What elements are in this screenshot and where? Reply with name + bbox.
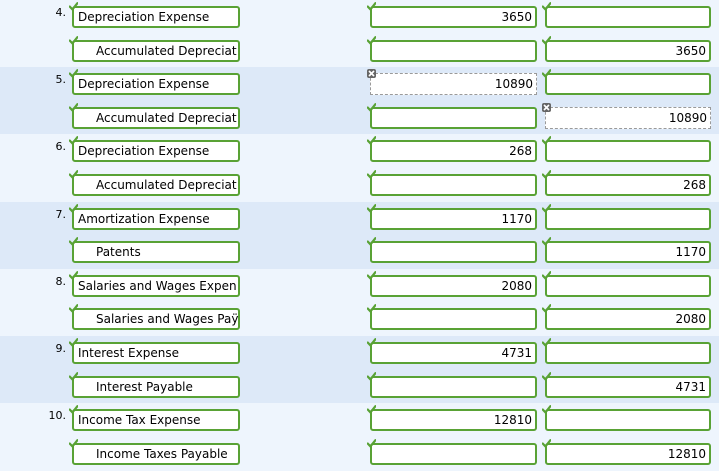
credit-amount-field[interactable] (545, 409, 711, 432)
debit-amount-field[interactable] (370, 39, 537, 62)
credit-amount-field[interactable]: 3650 (545, 39, 711, 62)
debit-account-field[interactable]: Amortization Expense (72, 207, 240, 230)
correct-check-icon (542, 405, 551, 414)
correct-check-icon (69, 304, 78, 313)
correct-check-icon (69, 35, 78, 45)
debit-amount-field[interactable] (370, 375, 537, 398)
credit-amount-field[interactable] (545, 207, 711, 230)
correct-check-icon (542, 270, 551, 280)
correct-check-icon (367, 371, 376, 381)
correct-check-icon (69, 371, 78, 381)
correct-check-icon (367, 35, 376, 45)
debit-amount-field[interactable]: 1170 (370, 207, 537, 230)
correct-check-icon (542, 35, 551, 45)
debit-account-field[interactable]: Depreciation Expense (72, 6, 240, 28)
correct-check-icon (69, 2, 78, 11)
debit-amount-field[interactable]: 268 (370, 140, 537, 163)
correct-check-icon (367, 102, 376, 112)
credit-account-field[interactable]: Income Taxes Payable (72, 442, 240, 465)
correct-check-icon (542, 237, 551, 246)
journal-entries-grid: 4. Depreciation Expense 3650 Accumulated De… (0, 0, 719, 471)
correct-check-icon (542, 203, 551, 213)
correct-check-icon (69, 270, 78, 280)
correct-check-icon (367, 203, 376, 213)
correct-check-icon (367, 169, 376, 179)
correct-check-icon (367, 136, 376, 145)
credit-account-field[interactable]: Accumulated Depreciat (72, 106, 240, 129)
credit-account-field[interactable]: Interest Payable (72, 375, 240, 398)
credit-account-field[interactable]: Patents (72, 241, 240, 264)
debit-amount-field[interactable]: 10890 (370, 73, 537, 96)
entry-number: 9. (55, 342, 67, 355)
credit-amount-field[interactable]: 1170 (545, 241, 711, 264)
entry-number: 10. (48, 409, 67, 423)
credit-amount-field[interactable] (545, 6, 711, 28)
incorrect-mark-icon (367, 69, 376, 79)
correct-check-icon (69, 203, 78, 213)
debit-amount-field[interactable] (370, 442, 537, 465)
correct-check-icon (367, 338, 376, 347)
credit-amount-field[interactable] (545, 342, 711, 364)
credit-account-field[interactable]: Salaries and Wages Paÿ (72, 308, 240, 331)
credit-amount-field[interactable]: 2080 (545, 308, 711, 331)
correct-check-icon (367, 237, 376, 246)
correct-check-icon (367, 405, 376, 414)
credit-amount-field[interactable] (545, 140, 711, 163)
correct-check-icon (367, 270, 376, 280)
credit-account-field[interactable]: Accumulated Depreciat (72, 39, 240, 62)
debit-amount-field[interactable]: 3650 (370, 6, 537, 28)
debit-account-field[interactable]: Interest Expense (72, 342, 240, 364)
correct-check-icon (69, 102, 78, 112)
credit-amount-field[interactable]: 268 (545, 173, 711, 196)
credit-amount-field[interactable]: 10890 (545, 106, 711, 129)
debit-amount-field[interactable] (370, 106, 537, 129)
debit-account-field[interactable]: Depreciation Expense (72, 73, 240, 96)
entry-number: 5. (55, 73, 67, 87)
correct-check-icon (542, 169, 551, 179)
correct-check-icon (367, 438, 376, 448)
correct-check-icon (69, 136, 78, 145)
debit-amount-field[interactable]: 12810 (370, 409, 537, 432)
correct-check-icon (542, 338, 551, 347)
debit-account-field[interactable]: Depreciation Expense (72, 140, 240, 163)
entry-number: 4. (55, 6, 67, 19)
correct-check-icon (69, 169, 78, 179)
debit-amount-field[interactable]: 4731 (370, 342, 537, 364)
correct-check-icon (69, 438, 78, 448)
correct-check-icon (69, 405, 78, 414)
correct-check-icon (69, 69, 78, 78)
credit-amount-field[interactable]: 12810 (545, 442, 711, 465)
correct-check-icon (69, 237, 78, 246)
credit-amount-field[interactable]: 4731 (545, 375, 711, 398)
credit-account-field[interactable]: Accumulated Depreciat (72, 173, 240, 196)
entry-number: 6. (55, 140, 67, 154)
debit-account-field[interactable]: Income Tax Expense (72, 409, 240, 432)
correct-check-icon (542, 438, 551, 448)
correct-check-icon (542, 69, 551, 78)
correct-check-icon (542, 371, 551, 381)
debit-amount-field[interactable] (370, 173, 537, 196)
debit-amount-field[interactable] (370, 241, 537, 264)
correct-check-icon (542, 304, 551, 313)
credit-amount-field[interactable] (545, 73, 711, 96)
entry-number: 7. (55, 207, 67, 221)
correct-check-icon (367, 304, 376, 313)
incorrect-mark-icon (542, 102, 551, 112)
debit-amount-field[interactable]: 2080 (370, 274, 537, 297)
credit-amount-field[interactable] (545, 274, 711, 297)
correct-check-icon (69, 338, 78, 347)
entry-number: 8. (55, 274, 67, 288)
debit-account-field[interactable]: Salaries and Wages Expen (72, 274, 240, 297)
correct-check-icon (367, 2, 376, 11)
correct-check-icon (542, 2, 551, 11)
correct-check-icon (542, 136, 551, 145)
debit-amount-field[interactable] (370, 308, 537, 331)
